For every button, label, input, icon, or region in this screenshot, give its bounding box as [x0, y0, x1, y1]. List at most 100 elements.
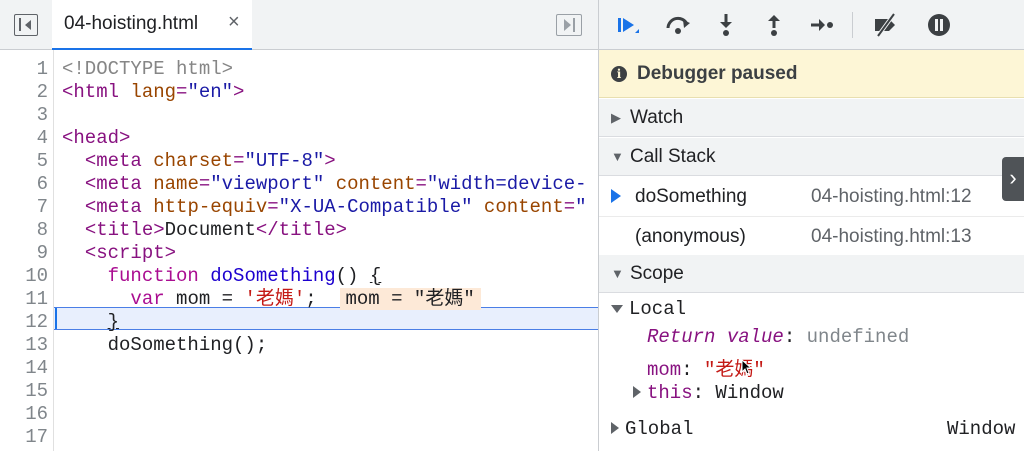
line-number[interactable]: 11	[0, 288, 48, 311]
scope-property-this[interactable]: this: Window	[633, 382, 784, 404]
inline-variable-value: mom = "老媽"	[339, 288, 481, 310]
code-line[interactable]: 2 <html lang="en">	[0, 81, 598, 104]
line-number[interactable]: 9	[0, 242, 48, 265]
code-token: function	[107, 265, 199, 287]
line-number[interactable]: 15	[0, 380, 48, 403]
code-token: =	[176, 81, 188, 103]
step-into-icon[interactable]	[711, 10, 741, 40]
call-stack-section-header[interactable]: ▼ Call Stack	[599, 138, 1024, 176]
line-number[interactable]: 4	[0, 127, 48, 150]
line-number[interactable]: 14	[0, 357, 48, 380]
property-key: Return value	[647, 326, 784, 348]
watch-section-header[interactable]: ▶ Watch	[599, 99, 1024, 137]
line-number[interactable]: 7	[0, 196, 48, 219]
debugger-paused-banner: i Debugger paused	[599, 50, 1024, 98]
line-number[interactable]: 12	[0, 311, 48, 334]
code-line[interactable]: 4 <head>	[0, 127, 598, 150]
line-number[interactable]: 10	[0, 265, 48, 288]
code-line[interactable]: 17	[0, 426, 598, 449]
line-number[interactable]: 5	[0, 150, 48, 173]
deactivate-breakpoints-icon[interactable]	[871, 10, 901, 40]
scope-label: Scope	[630, 263, 684, 284]
code-line[interactable]: 12 }	[0, 311, 598, 334]
file-tab-label: 04-hoisting.html	[64, 13, 199, 34]
toggle-navigator-icon[interactable]	[14, 14, 38, 36]
line-number[interactable]: 13	[0, 334, 48, 357]
code-line[interactable]: 7 <meta http-equiv="X-UA-Compatible" con…	[0, 196, 598, 219]
mouse-cursor-icon	[741, 359, 753, 375]
property-value: undefined	[806, 326, 910, 348]
debugger-sidebar: i Debugger paused ▶ Watch ▼ Call Stack d…	[598, 0, 1024, 451]
file-tab[interactable]: 04-hoisting.html ×	[52, 0, 252, 50]
toggle-debugger-sidebar-icon[interactable]	[556, 14, 582, 36]
line-number[interactable]: 6	[0, 173, 48, 196]
code-text: <meta charset="UTF-8">	[62, 150, 336, 173]
call-frame-location[interactable]: 04-hoisting.html:12	[811, 186, 972, 208]
code-token: "width=device-	[426, 173, 587, 195]
scope-global-header[interactable]: Global	[611, 418, 693, 440]
code-token: </title>	[255, 219, 348, 241]
code-text: <title>Document</title>	[62, 219, 347, 242]
code-token: "viewport"	[210, 173, 325, 195]
code-line[interactable]: 10 function doSomething() {	[0, 265, 598, 288]
code-text: doSomething();	[62, 334, 268, 357]
code-line[interactable]: 16	[0, 403, 598, 426]
code-token: content	[483, 196, 564, 218]
call-frame-row[interactable]: doSomething 04-hoisting.html:12	[599, 177, 1024, 217]
code-token: <html	[62, 81, 131, 103]
code-line[interactable]: 8 <title>Document</title>	[0, 219, 598, 242]
code-token: "UTF-8"	[244, 150, 325, 172]
call-frame-location[interactable]: 04-hoisting.html:13	[811, 226, 972, 248]
scope-property-return[interactable]: Return value: undefined	[647, 326, 909, 348]
line-number[interactable]: 17	[0, 426, 48, 449]
scope-local-header[interactable]: Local	[611, 298, 686, 320]
code-text: <html lang="en">	[62, 81, 244, 104]
scope-section-header[interactable]: ▼ Scope	[599, 255, 1024, 293]
code-token: <!DOCTYPE html>	[62, 58, 234, 80]
call-frame-row[interactable]: (anonymous) 04-hoisting.html:13	[599, 217, 1024, 257]
expand-sidebar-chevron-icon[interactable]: ›	[1002, 157, 1024, 201]
line-number[interactable]: 16	[0, 403, 48, 426]
code-line[interactable]: 11 var mom = '老媽'; mom = "老媽"	[0, 288, 598, 311]
source-editor-pane: 04-hoisting.html × 1 <!DOCTYPE html> 2 <htm…	[0, 0, 598, 451]
code-line[interactable]: 6 <meta name="viewport" content="width=d…	[0, 173, 598, 196]
step-out-icon[interactable]	[759, 10, 789, 40]
code-text: <meta name="viewport" content="width=dev…	[62, 173, 587, 196]
step-icon[interactable]	[807, 10, 837, 40]
step-over-icon[interactable]	[663, 10, 693, 40]
code-line[interactable]: 15	[0, 380, 598, 403]
code-token: ;	[305, 288, 340, 310]
info-icon: i	[611, 66, 627, 82]
collapse-arrow-icon: ▼	[611, 266, 624, 281]
code-token: }	[107, 311, 120, 333]
pause-on-exceptions-icon[interactable]	[924, 10, 954, 40]
line-number[interactable]: 3	[0, 104, 48, 127]
line-number[interactable]: 2	[0, 81, 48, 104]
code-line[interactable]: 1 <!DOCTYPE html>	[0, 58, 598, 81]
debugger-toolbar	[599, 0, 1024, 50]
code-line[interactable]: 3	[0, 104, 598, 127]
code-token: doSomething	[210, 265, 336, 287]
watch-label: Watch	[630, 107, 684, 128]
code-line[interactable]: 13 doSomething();	[0, 334, 598, 357]
code-token: <meta	[84, 150, 154, 172]
close-icon[interactable]: ×	[228, 11, 240, 34]
resume-icon[interactable]	[613, 10, 643, 40]
code-token: <script>	[84, 242, 177, 264]
line-number[interactable]: 8	[0, 219, 48, 242]
code-line[interactable]: 14	[0, 357, 598, 380]
code-token: '老媽'	[244, 288, 306, 310]
code-line[interactable]: 5 <meta charset="UTF-8">	[0, 150, 598, 173]
code-editor[interactable]: 1 <!DOCTYPE html> 2 <html lang="en"> 3 4 <head…	[0, 50, 598, 451]
property-key: this	[647, 382, 693, 404]
code-token: "X-UA-Compatible"	[278, 196, 473, 218]
code-line[interactable]: 9 <script>	[0, 242, 598, 265]
line-number[interactable]: 1	[0, 58, 48, 81]
